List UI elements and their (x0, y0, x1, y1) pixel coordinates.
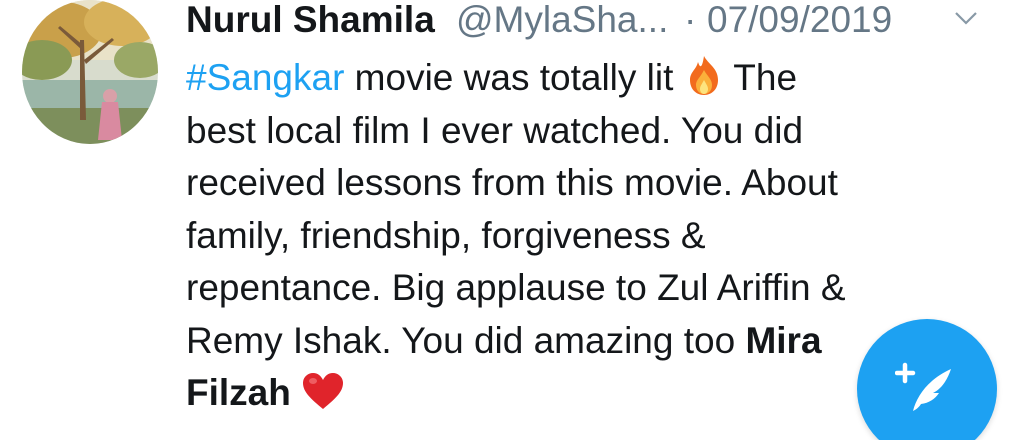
mention-bold: Filzah (186, 372, 291, 413)
text-segment: The (723, 57, 798, 98)
tweet[interactable]: Nurul Shamila @MylaSha... · 07/09/2019 #… (0, 0, 1023, 440)
tweet-content: Nurul Shamila @MylaSha... · 07/09/2019 #… (186, 0, 986, 413)
tweet-date[interactable]: 07/09/2019 (707, 0, 892, 46)
hashtag-link[interactable]: #Sangkar (186, 57, 344, 98)
chevron-down-icon[interactable] (954, 10, 978, 26)
tweet-text-line: family, friendship, forgiveness & (186, 214, 706, 256)
display-name[interactable]: Nurul Shamila (186, 0, 435, 46)
tweet-text-line: #Sangkar movie was totally lit The (186, 52, 986, 105)
tweet-text-line: repentance. Big applause to Zul Ariffin … (186, 267, 846, 308)
separator-dot: · (684, 0, 697, 40)
compose-tweet-icon (895, 362, 951, 411)
red-heart-emoji (303, 373, 344, 409)
mention-bold: Mira (745, 319, 822, 361)
tweet-header: Nurul Shamila @MylaSha... · 07/09/2019 (186, 0, 986, 52)
fire-emoji (689, 56, 718, 95)
tweet-text-line: best local film I ever watched. You did (186, 109, 804, 151)
text-segment: movie was totally lit (344, 57, 684, 98)
text-segment: Remy Ishak. You did amazing too (186, 319, 746, 361)
tweet-text-line: received lessons from this movie. About (186, 162, 838, 203)
avatar-photo (22, 0, 158, 144)
avatar[interactable] (22, 0, 158, 144)
user-handle[interactable]: @MylaSha... (456, 0, 668, 46)
